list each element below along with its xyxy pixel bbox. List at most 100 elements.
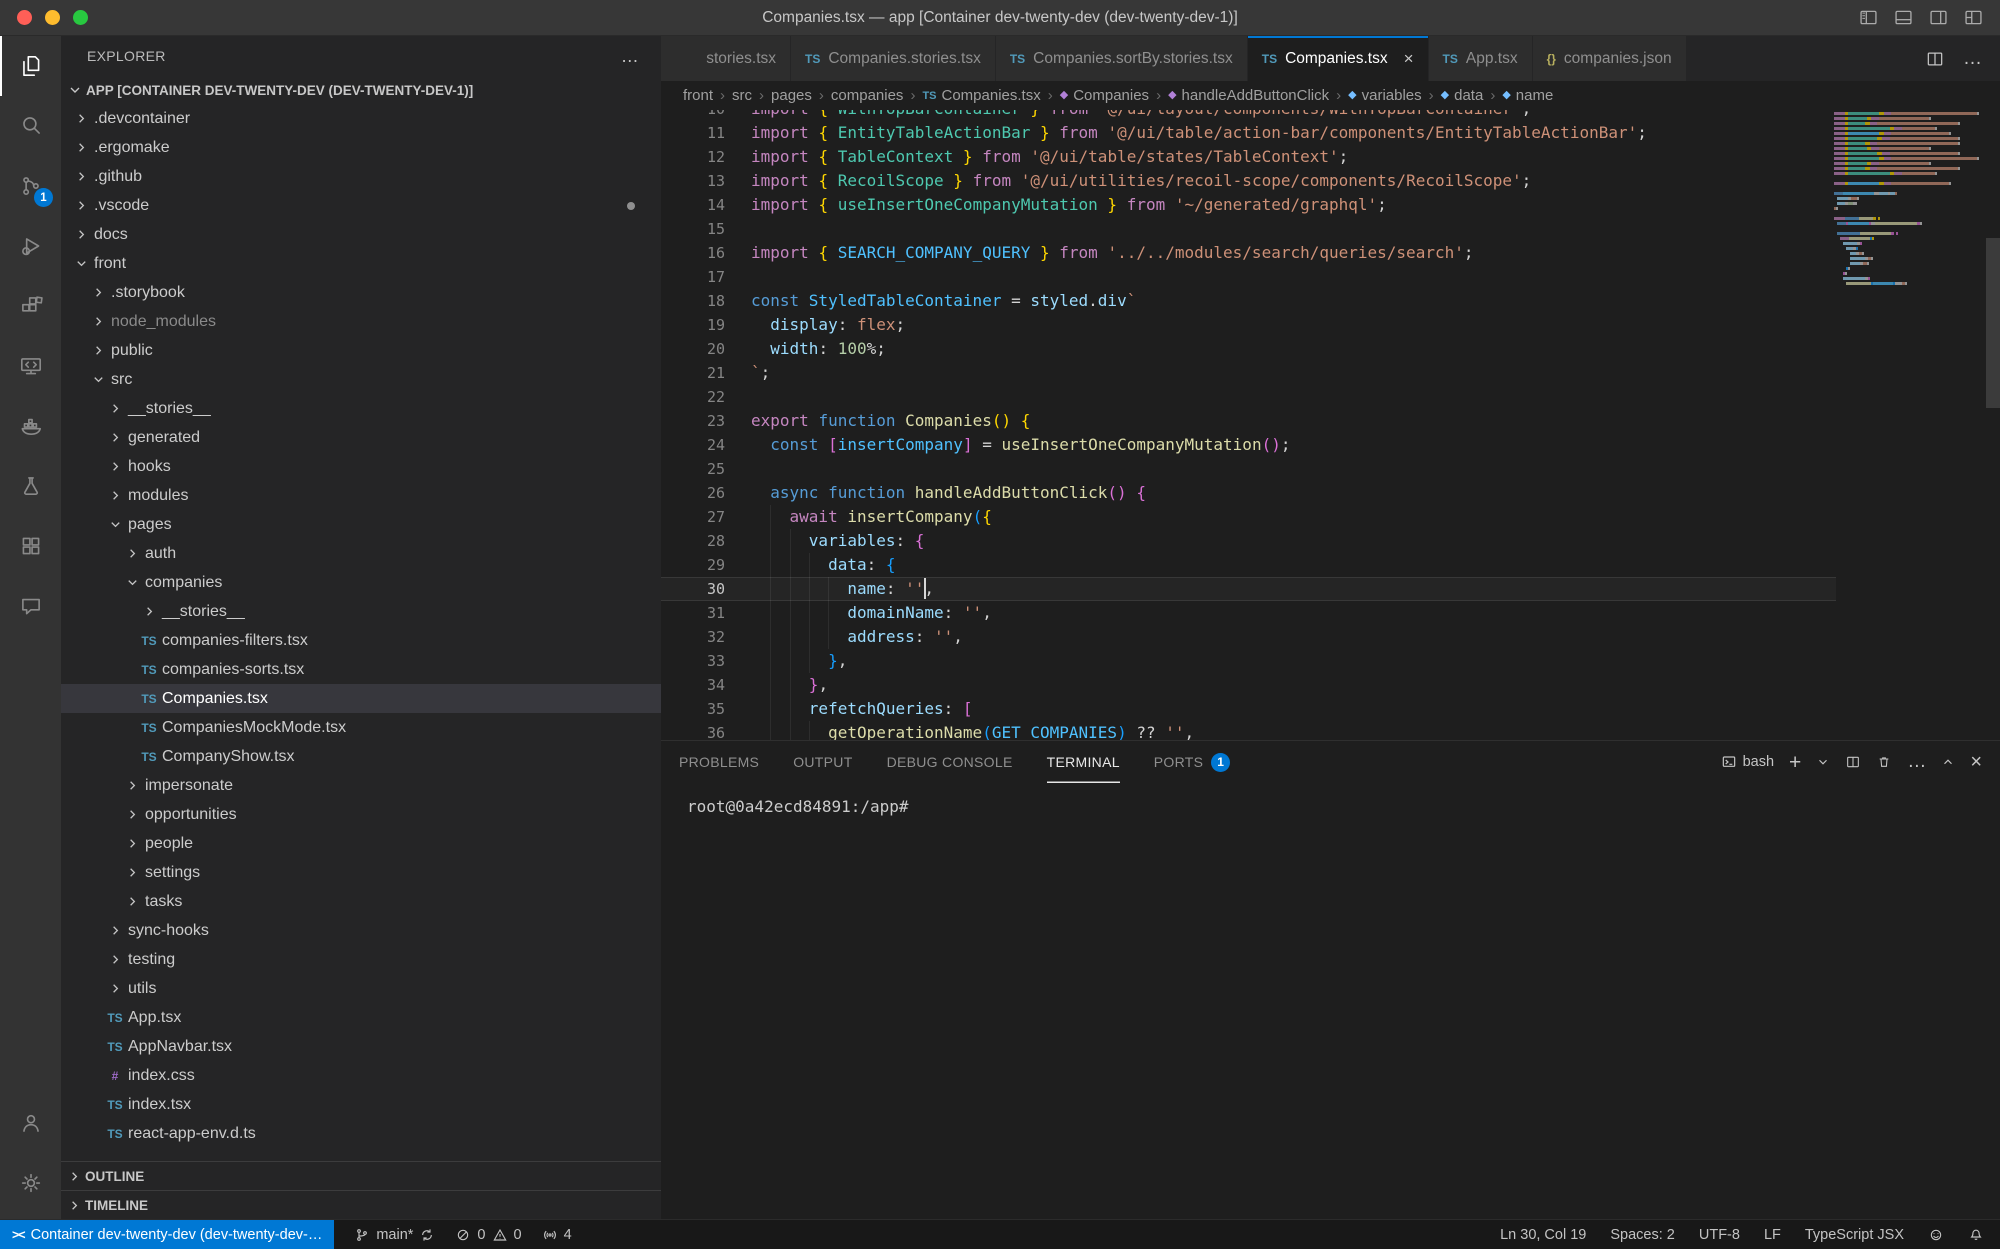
tab-companies-stories-tsx[interactable]: TSCompanies.stories.tsx	[791, 36, 996, 81]
git-branch-indicator[interactable]: main*	[354, 1220, 435, 1249]
close-tab-icon[interactable]: ×	[1404, 50, 1414, 67]
code-line-16[interactable]: 16import { SEARCH_COMPANY_QUERY } from '…	[661, 241, 1836, 265]
feedback-icon[interactable]	[1928, 1227, 1944, 1243]
tab-companies-sortby-stories-tsx[interactable]: TSCompanies.sortBy.stories.tsx	[996, 36, 1248, 81]
split-editor-icon[interactable]	[1925, 49, 1945, 69]
code-line-27[interactable]: 27 await insertCompany({	[661, 505, 1836, 529]
code-line-29[interactable]: 29 data: {	[661, 553, 1836, 577]
code-line-11[interactable]: 11import { EntityTableActionBar } from '…	[661, 121, 1836, 145]
breadcrumb-item-variables[interactable]: ◆variables	[1348, 87, 1422, 104]
tree-item-companyshow-tsx[interactable]: TSCompanyShow.tsx	[61, 742, 661, 771]
breadcrumb-item-companies[interactable]: ◆Companies	[1060, 87, 1149, 104]
shell-selector[interactable]: bash	[1721, 754, 1774, 770]
code-line-17[interactable]: 17	[661, 265, 1836, 289]
toggle-panel-icon[interactable]	[1893, 7, 1914, 28]
tree-item-modules[interactable]: modules	[61, 481, 661, 510]
tab-app-tsx[interactable]: TSApp.tsx	[1429, 36, 1533, 81]
notifications-bell-icon[interactable]	[1968, 1227, 1984, 1243]
tree-item--ergomake[interactable]: .ergomake	[61, 133, 661, 162]
code-line-28[interactable]: 28 variables: {	[661, 529, 1836, 553]
sidebar-section-outline[interactable]: OUTLINE	[61, 1161, 661, 1190]
tree-item-testing[interactable]: testing	[61, 945, 661, 974]
activity-bar-item-explorer[interactable]	[0, 36, 61, 96]
tree-item--devcontainer[interactable]: .devcontainer	[61, 104, 661, 133]
explorer-more-actions-icon[interactable]: …	[621, 46, 639, 67]
ports-indicator[interactable]: 4	[542, 1220, 572, 1249]
code-editor[interactable]: 10import { WithTopBarContainer } from '@…	[661, 110, 2000, 740]
workspace-section-header[interactable]: APP [CONTAINER DEV-TWENTY-DEV (DEV-TWENT…	[61, 76, 661, 104]
tree-item-appnavbar-tsx[interactable]: TSAppNavbar.tsx	[61, 1032, 661, 1061]
tree-item-app-tsx[interactable]: TSApp.tsx	[61, 1003, 661, 1032]
minimize-window-button[interactable]	[45, 10, 60, 25]
split-terminal-icon[interactable]	[1845, 754, 1861, 770]
tree-item-docs[interactable]: docs	[61, 220, 661, 249]
sidebar-section-timeline[interactable]: TIMELINE	[61, 1190, 661, 1219]
code-line-33[interactable]: 33 },	[661, 649, 1836, 673]
customize-layout-icon[interactable]	[1963, 7, 1984, 28]
activity-bar-item-docker[interactable]	[0, 396, 61, 456]
activity-bar-item-settings[interactable]	[0, 1153, 61, 1213]
tree-item-companies-sorts-tsx[interactable]: TScompanies-sorts.tsx	[61, 655, 661, 684]
breadcrumb-item-companies[interactable]: companies	[831, 87, 904, 104]
tree-item-hooks[interactable]: hooks	[61, 452, 661, 481]
breadcrumb-item-handleaddbuttonclick[interactable]: ◆handleAddButtonClick	[1168, 87, 1329, 104]
toggle-secondary-sidebar-icon[interactable]	[1928, 7, 1949, 28]
tree-item-companiesmockmode-tsx[interactable]: TSCompaniesMockMode.tsx	[61, 713, 661, 742]
code-line-13[interactable]: 13import { RecoilScope } from '@/ui/util…	[661, 169, 1836, 193]
terminal-dropdown-icon[interactable]	[1816, 755, 1830, 769]
minimap[interactable]	[1834, 112, 1984, 287]
breadcrumb-item-src[interactable]: src	[732, 87, 752, 104]
indentation-indicator[interactable]: Spaces: 2	[1610, 1227, 1675, 1243]
activity-bar-item-testing[interactable]	[0, 456, 61, 516]
code-line-21[interactable]: 21`;	[661, 361, 1836, 385]
problems-indicator[interactable]: 0 0	[455, 1220, 521, 1249]
tree-item--github[interactable]: .github	[61, 162, 661, 191]
eol-indicator[interactable]: LF	[1764, 1227, 1781, 1243]
breadcrumb-item-data[interactable]: ◆data	[1441, 87, 1484, 104]
code-line-18[interactable]: 18const StyledTableContainer = styled.di…	[661, 289, 1836, 313]
activity-bar-item-accounts[interactable]	[0, 1093, 61, 1153]
toggle-sidebar-icon[interactable]	[1858, 7, 1879, 28]
code-line-23[interactable]: 23export function Companies() {	[661, 409, 1836, 433]
code-line-30[interactable]: 30 name: '',	[661, 577, 1836, 601]
code-line-26[interactable]: 26 async function handleAddButtonClick()…	[661, 481, 1836, 505]
encoding-indicator[interactable]: UTF-8	[1699, 1227, 1740, 1243]
tree-item-generated[interactable]: generated	[61, 423, 661, 452]
tree-item-pages[interactable]: pages	[61, 510, 661, 539]
tab-companies-json[interactable]: {}companies.json	[1533, 36, 1687, 81]
panel-tab-ports[interactable]: PORTS1	[1154, 741, 1230, 783]
new-terminal-icon[interactable]: +	[1789, 752, 1801, 773]
breadcrumb-item-companies-tsx[interactable]: TSCompanies.tsx	[922, 87, 1040, 104]
panel-tab-terminal[interactable]: TERMINAL	[1047, 741, 1120, 783]
tab-stories-tsx[interactable]: stories.tsx	[661, 36, 791, 81]
language-mode-indicator[interactable]: TypeScript JSX	[1805, 1227, 1904, 1243]
panel-tab-output[interactable]: OUTPUT	[793, 741, 852, 783]
activity-bar-item-infrastructure[interactable]	[0, 516, 61, 576]
maximize-panel-icon[interactable]	[1941, 755, 1955, 769]
tree-item-impersonate[interactable]: impersonate	[61, 771, 661, 800]
tree-item--stories-[interactable]: __stories__	[61, 394, 661, 423]
code-line-22[interactable]: 22	[661, 385, 1836, 409]
code-line-34[interactable]: 34 },	[661, 673, 1836, 697]
activity-bar-item-run-debug[interactable]	[0, 216, 61, 276]
tree-item-index-css[interactable]: #index.css	[61, 1061, 661, 1090]
more-actions-icon[interactable]: …	[1963, 48, 1982, 70]
close-panel-icon[interactable]: ×	[1970, 752, 1982, 772]
tree-item-companies[interactable]: companies	[61, 568, 661, 597]
breadcrumb-item-front[interactable]: front	[683, 87, 713, 104]
tree-item-react-app-env-d-ts[interactable]: TSreact-app-env.d.ts	[61, 1119, 661, 1148]
code-line-20[interactable]: 20 width: 100%;	[661, 337, 1836, 361]
tree-item-people[interactable]: people	[61, 829, 661, 858]
code-line-12[interactable]: 12import { TableContext } from '@/ui/tab…	[661, 145, 1836, 169]
activity-bar-item-search[interactable]	[0, 96, 61, 156]
breadcrumb-item-pages[interactable]: pages	[771, 87, 812, 104]
panel-tab-debug-console[interactable]: DEBUG CONSOLE	[887, 741, 1013, 783]
code-line-14[interactable]: 14import { useInsertOneCompanyMutation }…	[661, 193, 1836, 217]
breadcrumb-item-name[interactable]: ◆name	[1502, 87, 1553, 104]
activity-bar-item-source-control[interactable]: 1	[0, 156, 61, 216]
kill-terminal-icon[interactable]	[1876, 754, 1892, 770]
code-line-31[interactable]: 31 domainName: '',	[661, 601, 1836, 625]
tree-item-tasks[interactable]: tasks	[61, 887, 661, 916]
code-line-10[interactable]: 10import { WithTopBarContainer } from '@…	[661, 110, 1836, 121]
tree-item-companies-filters-tsx[interactable]: TScompanies-filters.tsx	[61, 626, 661, 655]
